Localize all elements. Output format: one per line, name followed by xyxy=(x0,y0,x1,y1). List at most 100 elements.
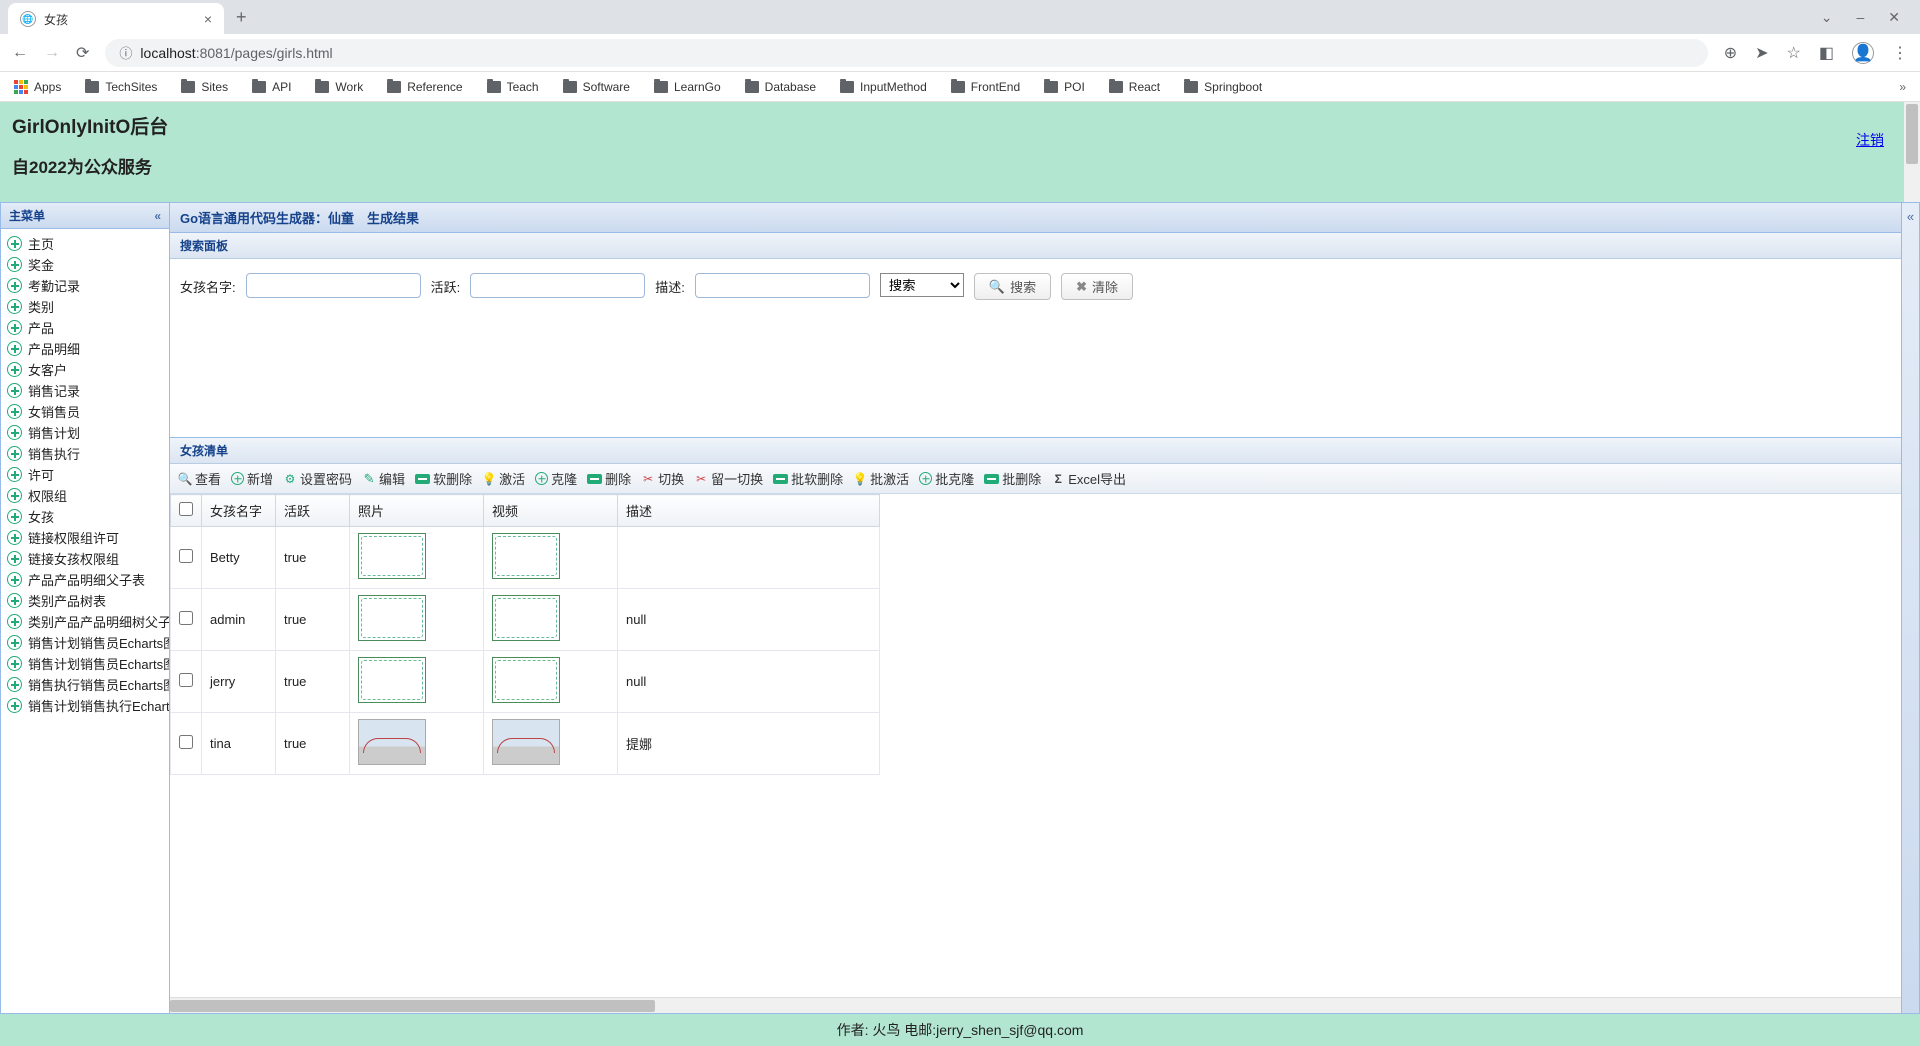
col-active[interactable]: 活跃 xyxy=(276,495,350,527)
tb-batchactivate[interactable]: 💡批激活 xyxy=(853,469,909,488)
tb-view[interactable]: 🔍查看 xyxy=(178,469,221,488)
tb-activate[interactable]: 💡激活 xyxy=(482,469,525,488)
menu-icon[interactable]: ⋮ xyxy=(1892,43,1908,63)
col-video[interactable]: 视频 xyxy=(484,495,618,527)
tb-clone[interactable]: 克隆 xyxy=(535,469,577,488)
col-name[interactable]: 女孩名字 xyxy=(202,495,276,527)
row-checkbox[interactable] xyxy=(179,611,193,625)
sidebar-item[interactable]: 销售计划 xyxy=(1,422,169,443)
thumbnail[interactable] xyxy=(358,719,426,765)
input-girl-name[interactable] xyxy=(246,273,421,298)
sidebar-item[interactable]: 产品产品明细父子表 xyxy=(1,569,169,590)
sidebar-item[interactable]: 奖金 xyxy=(1,254,169,275)
sidebar-item[interactable]: 主页 xyxy=(1,233,169,254)
back-icon[interactable]: ← xyxy=(12,44,28,62)
tb-batchdel[interactable]: 批删除 xyxy=(984,469,1041,488)
bookmark-item[interactable]: InputMethod xyxy=(840,80,927,94)
bookmark-item[interactable]: Sites xyxy=(181,80,228,94)
scrollbar[interactable] xyxy=(1904,102,1920,202)
minimize-icon[interactable]: – xyxy=(1856,9,1864,26)
select-all-checkbox[interactable] xyxy=(179,502,193,516)
table-row[interactable]: tinatrue提娜 xyxy=(171,713,880,775)
bookmarks-overflow-icon[interactable]: » xyxy=(1899,80,1906,94)
sidebar-item[interactable]: 销售计划销售执行Echarts图表 xyxy=(1,695,169,716)
input-active[interactable] xyxy=(470,273,645,298)
col-photo[interactable]: 照片 xyxy=(350,495,484,527)
star-icon[interactable]: ☆ xyxy=(1787,43,1801,63)
browser-tab[interactable]: 🌐 女孩 × xyxy=(8,3,224,35)
sidebar-item[interactable]: 女孩 xyxy=(1,506,169,527)
collapse-right-icon[interactable]: « xyxy=(1902,202,1920,1014)
thumbnail[interactable] xyxy=(492,657,560,703)
sidebar-item[interactable]: 产品明细 xyxy=(1,338,169,359)
forward-icon[interactable]: → xyxy=(44,44,60,62)
tb-batchsoftdel[interactable]: 批软删除 xyxy=(773,469,843,488)
table-row[interactable]: admintruenull xyxy=(171,589,880,651)
tb-excel[interactable]: ΣExcel导出 xyxy=(1051,469,1126,488)
sidebar-item[interactable]: 销售记录 xyxy=(1,380,169,401)
tb-setpwd[interactable]: ⚙设置密码 xyxy=(283,469,352,488)
sidebar-item[interactable]: 销售计划销售员Echarts图表 xyxy=(1,653,169,674)
bookmark-item[interactable]: Work xyxy=(315,80,363,94)
bookmark-item[interactable]: LearnGo xyxy=(654,80,721,94)
sidebar-item[interactable]: 考勤记录 xyxy=(1,275,169,296)
sidebar-item[interactable]: 销售执行销售员Echarts图表 xyxy=(1,674,169,695)
row-checkbox[interactable] xyxy=(179,673,193,687)
table-row[interactable]: jerrytruenull xyxy=(171,651,880,713)
tb-delete[interactable]: 删除 xyxy=(587,469,631,488)
new-tab-button[interactable]: + xyxy=(236,7,247,28)
chevron-down-icon[interactable]: ⌄ xyxy=(1821,9,1833,26)
bookmark-item[interactable]: FrontEnd xyxy=(951,80,1020,94)
row-checkbox[interactable] xyxy=(179,549,193,563)
bookmark-item[interactable]: Database xyxy=(745,80,816,94)
clear-button[interactable]: ✖清除 xyxy=(1061,273,1133,300)
close-window-icon[interactable]: ✕ xyxy=(1888,9,1900,26)
apps-button[interactable]: Apps xyxy=(14,80,61,94)
thumbnail[interactable] xyxy=(492,719,560,765)
tb-toggle[interactable]: ✂切换 xyxy=(641,469,684,488)
sidebar-item[interactable]: 女销售员 xyxy=(1,401,169,422)
bookmark-item[interactable]: API xyxy=(252,80,291,94)
tb-batchclone[interactable]: 批克隆 xyxy=(919,469,974,488)
table-row[interactable]: Bettytrue xyxy=(171,527,880,589)
bookmark-item[interactable]: POI xyxy=(1044,80,1085,94)
sidebar-item[interactable]: 类别产品产品明细树父子表 xyxy=(1,611,169,632)
tb-toggleall[interactable]: ✂留一切换 xyxy=(694,469,763,488)
sidebar-item[interactable]: 类别产品树表 xyxy=(1,590,169,611)
bookmark-item[interactable]: React xyxy=(1109,80,1160,94)
horizontal-scrollbar[interactable] xyxy=(170,997,1901,1013)
sidebar-item[interactable]: 女客户 xyxy=(1,359,169,380)
input-desc[interactable] xyxy=(695,273,870,298)
sidebar-item[interactable]: 类别 xyxy=(1,296,169,317)
bookmark-item[interactable]: Springboot xyxy=(1184,80,1262,94)
panel-icon[interactable]: ◧ xyxy=(1819,43,1834,63)
thumbnail[interactable] xyxy=(492,533,560,579)
tb-edit[interactable]: ✎编辑 xyxy=(362,469,405,488)
bookmark-item[interactable]: TechSites xyxy=(85,80,157,94)
bookmark-item[interactable]: Reference xyxy=(387,80,462,94)
thumbnail[interactable] xyxy=(492,595,560,641)
bookmark-item[interactable]: Teach xyxy=(487,80,539,94)
sidebar-item[interactable]: 链接女孩权限组 xyxy=(1,548,169,569)
col-desc[interactable]: 描述 xyxy=(618,495,880,527)
row-checkbox[interactable] xyxy=(179,735,193,749)
collapse-left-icon[interactable]: « xyxy=(154,209,161,223)
url-bar[interactable]: ⓘ localhost:8081/pages/girls.html xyxy=(105,39,1707,67)
thumbnail[interactable] xyxy=(358,657,426,703)
close-icon[interactable]: × xyxy=(204,11,212,27)
sidebar-item[interactable]: 销售执行 xyxy=(1,443,169,464)
bookmark-item[interactable]: Software xyxy=(563,80,630,94)
sidebar-item[interactable]: 产品 xyxy=(1,317,169,338)
sidebar-item[interactable]: 链接权限组许可 xyxy=(1,527,169,548)
sidebar-item[interactable]: 权限组 xyxy=(1,485,169,506)
sidebar-item[interactable]: 许可 xyxy=(1,464,169,485)
reload-icon[interactable]: ⟳ xyxy=(76,43,89,63)
zoom-icon[interactable]: ⊕ xyxy=(1724,43,1737,63)
send-icon[interactable]: ➤ xyxy=(1755,43,1768,63)
sidebar-item[interactable]: 销售计划销售员Echarts图表 xyxy=(1,632,169,653)
thumbnail[interactable] xyxy=(358,533,426,579)
search-button[interactable]: 🔍搜索 xyxy=(974,273,1051,300)
logout-link[interactable]: 注销 xyxy=(1856,130,1884,150)
search-type-select[interactable]: 搜索 xyxy=(880,273,964,297)
thumbnail[interactable] xyxy=(358,595,426,641)
